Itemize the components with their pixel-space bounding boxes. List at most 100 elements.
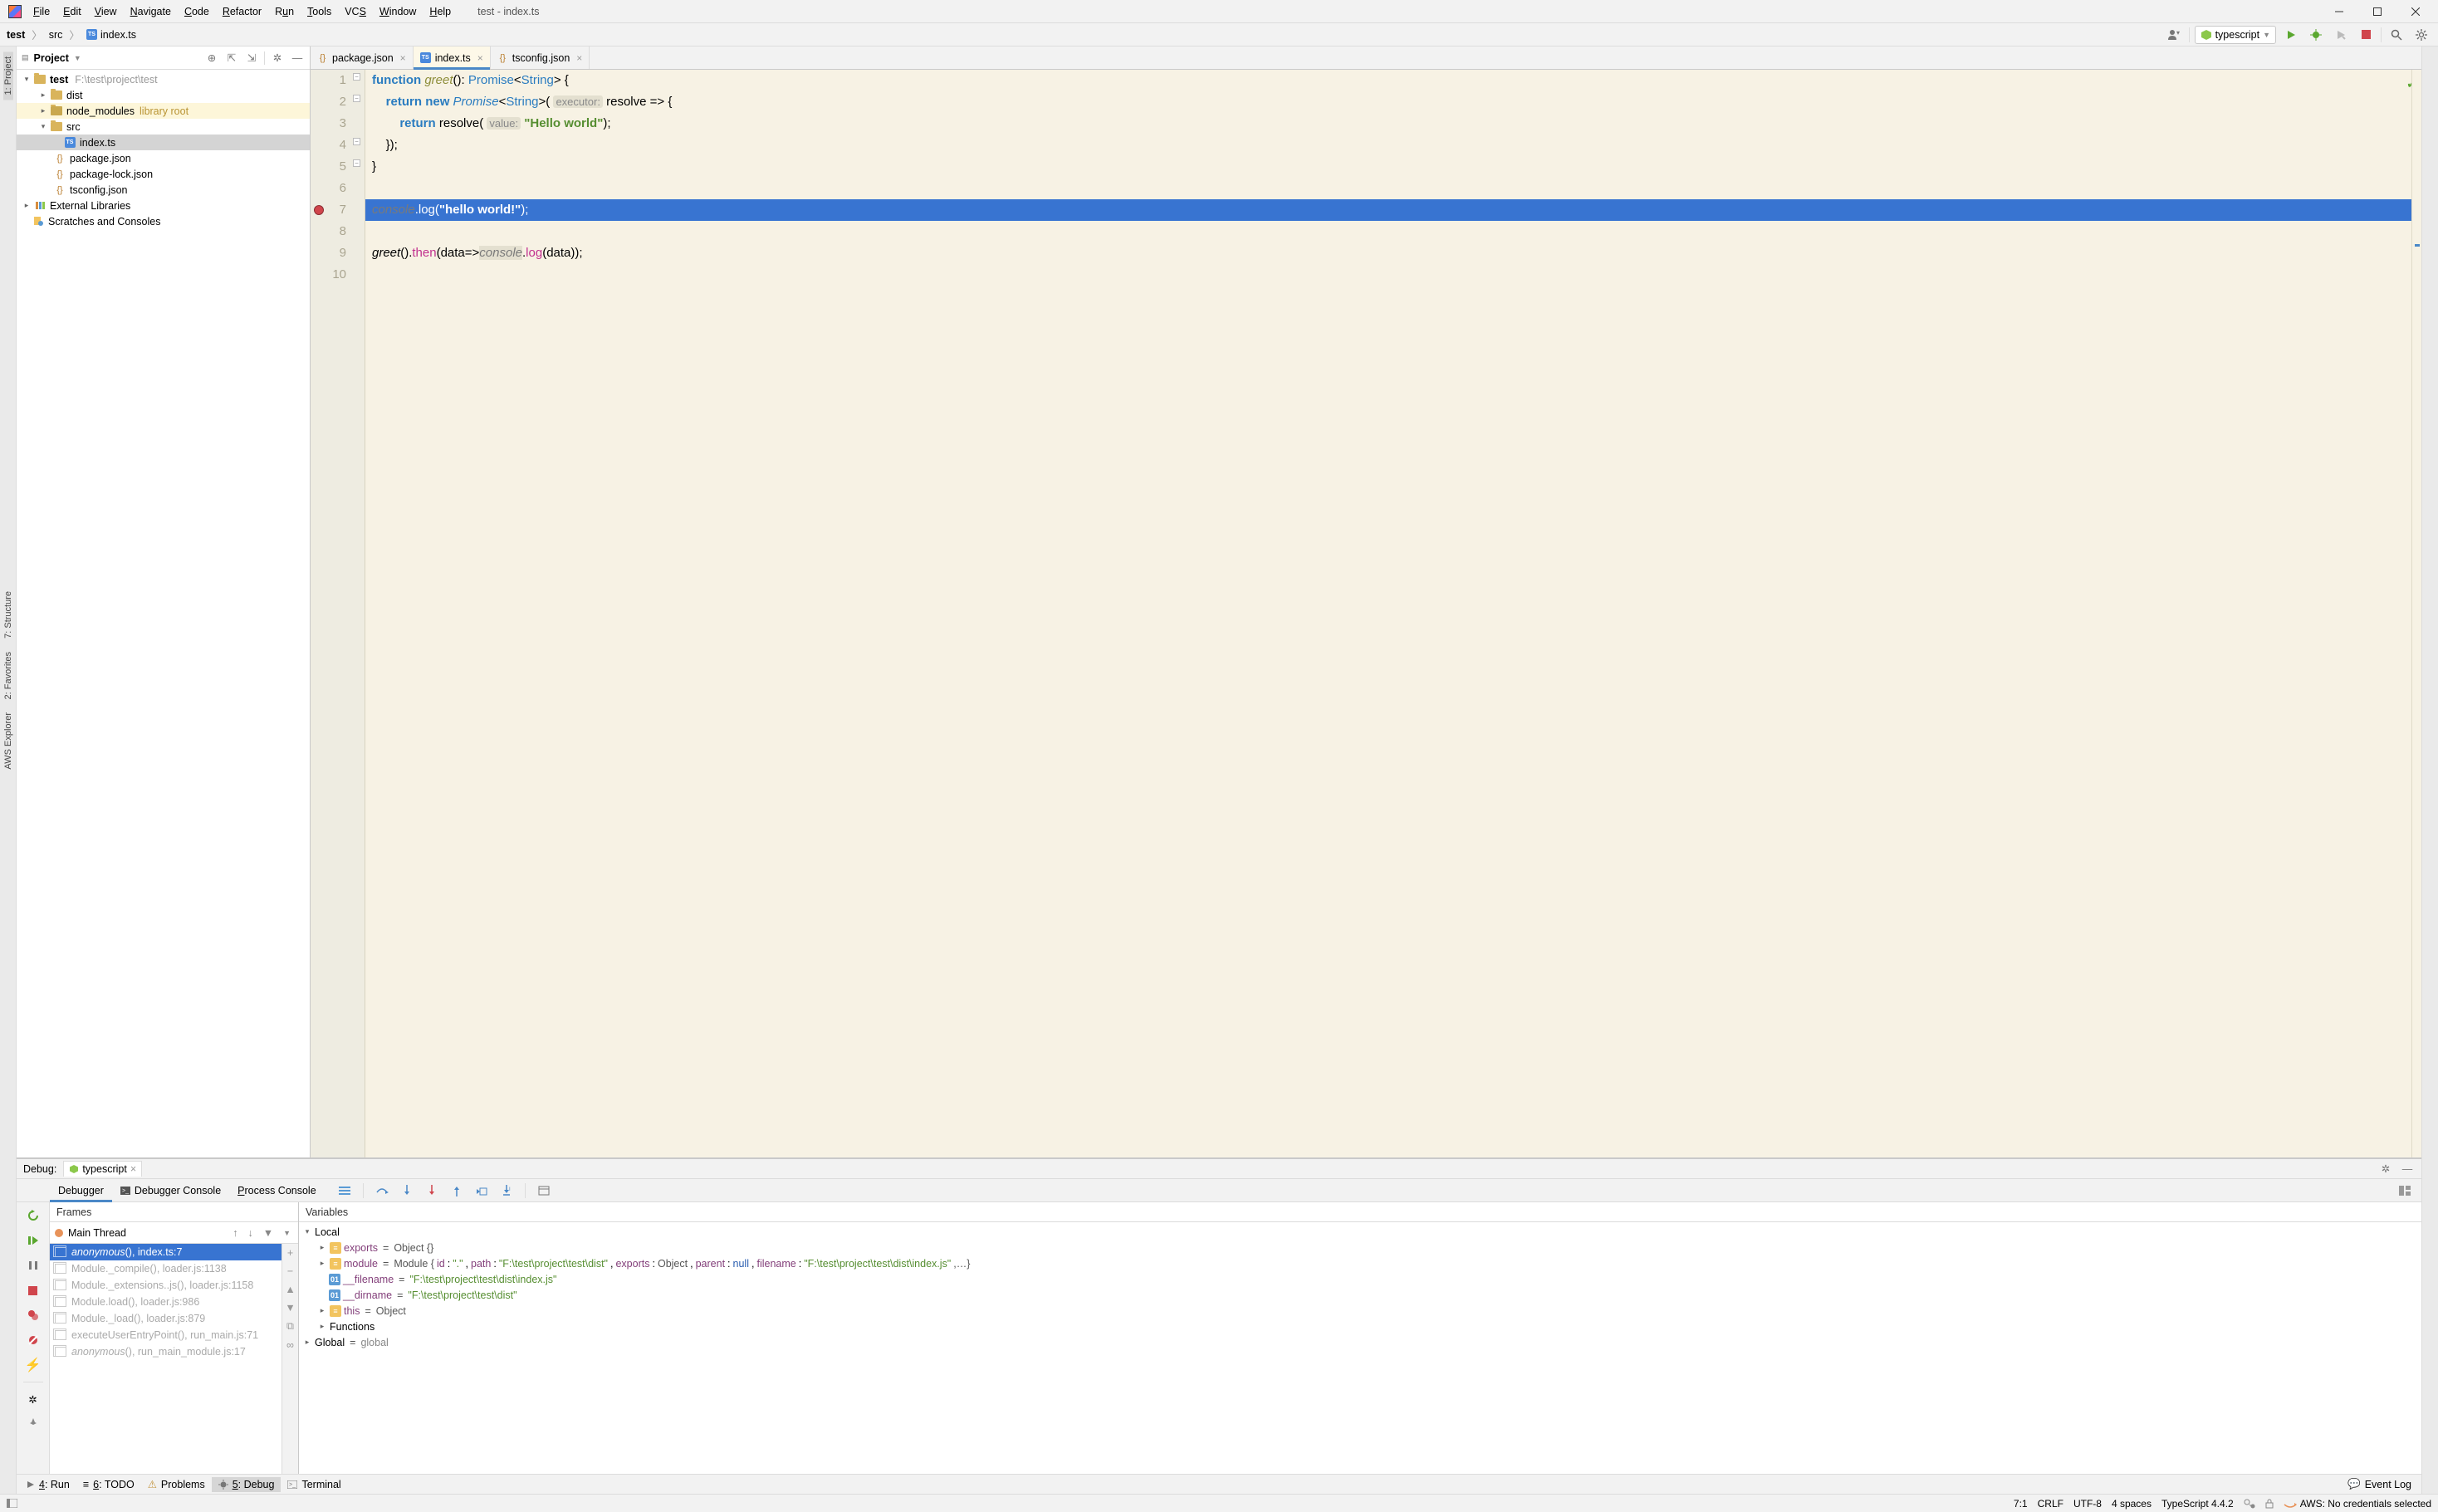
frame-row[interactable]: Module._load(), loader.js:879 (50, 1310, 281, 1327)
fold-icon[interactable]: − (353, 95, 360, 102)
menu-code[interactable]: Code (178, 3, 216, 20)
step-over-icon[interactable] (372, 1182, 392, 1200)
debugger-tab[interactable]: Debugger (50, 1179, 112, 1202)
dropdown-icon[interactable]: ▼ (281, 1229, 293, 1237)
indent-status[interactable]: 4 spaces (2112, 1498, 2152, 1510)
evaluate-expression-icon[interactable] (534, 1182, 554, 1200)
frame-row[interactable]: anonymous(), run_main_module.js:17 (50, 1343, 281, 1360)
variables-tree[interactable]: ▾Local ▸≡exports=Object {} ▸≡module=Modu… (299, 1222, 2421, 1474)
rerun-button[interactable] (25, 1207, 42, 1224)
menu-file[interactable]: FFileile (27, 3, 56, 20)
tree-root[interactable]: ▾ test F:\test\project\test (17, 71, 310, 87)
pin-tab-button[interactable] (25, 1416, 42, 1432)
pause-button[interactable] (25, 1257, 42, 1274)
locate-icon[interactable]: ⊕ (204, 51, 219, 66)
tree-file-package-json[interactable]: {} package.json (17, 150, 310, 166)
close-icon[interactable]: × (477, 52, 483, 64)
tree-external-libraries[interactable]: ▸ External Libraries (17, 198, 310, 213)
search-everywhere-button[interactable] (2387, 26, 2406, 44)
breadcrumb-file[interactable]: index.ts (100, 29, 136, 41)
prev-frame-icon[interactable]: ↑ (230, 1227, 240, 1239)
minimize-button[interactable] (2320, 0, 2358, 23)
tool-todo-tab[interactable]: ≡6: TODO6: TODO (76, 1477, 141, 1492)
frame-row[interactable]: Module._compile(), loader.js:1138 (50, 1260, 281, 1277)
threads-icon[interactable] (335, 1182, 355, 1200)
gear-icon[interactable]: ✲ (2378, 1162, 2393, 1177)
run-config-selector[interactable]: typescript ▼ (2195, 26, 2276, 44)
menu-view[interactable]: View (88, 3, 124, 20)
close-window-button[interactable] (2396, 0, 2435, 23)
error-stripe[interactable] (2411, 70, 2421, 1157)
glasses-icon[interactable]: ∞ (286, 1339, 294, 1351)
gear-icon[interactable]: ✲ (270, 51, 285, 66)
breakpoint-icon[interactable] (314, 205, 324, 215)
copy-icon[interactable]: ⧉ (286, 1320, 294, 1333)
get-thread-dump-button[interactable]: ⚡ (25, 1357, 42, 1373)
frame-row[interactable]: Module._extensions..js(), loader.js:1158 (50, 1277, 281, 1294)
read-only-toggle[interactable] (2265, 1499, 2274, 1509)
menu-run[interactable]: Run (268, 3, 301, 20)
tab-index-ts[interactable]: TS index.ts × (414, 46, 491, 69)
tool-structure-tab[interactable]: 7: Structure (3, 586, 13, 643)
tree-folder-dist[interactable]: ▸ dist (17, 87, 310, 103)
process-console-tab[interactable]: Process ConsoleProcess Console (229, 1179, 325, 1202)
tree-file-package-lock[interactable]: {} package-lock.json (17, 166, 310, 182)
thread-selector[interactable]: Main Thread ↑ ↓ ▼ ▼ (50, 1222, 298, 1244)
project-header-title[interactable]: Project (34, 52, 69, 64)
tool-terminal-tab[interactable]: >_Terminal (281, 1477, 347, 1492)
close-icon[interactable]: × (130, 1163, 136, 1175)
breadcrumb-root[interactable]: test (7, 29, 25, 41)
hide-panel-icon[interactable]: — (2400, 1162, 2415, 1177)
maximize-button[interactable] (2358, 0, 2396, 23)
tree-folder-src[interactable]: ▾ src (17, 119, 310, 135)
fold-icon[interactable]: − (353, 138, 360, 145)
collapse-all-icon[interactable]: ⇲ (244, 51, 259, 66)
debugger-console-tab[interactable]: >_ Debugger Console (112, 1179, 229, 1202)
frame-row[interactable]: anonymous(), index.ts:7 (50, 1244, 281, 1260)
caret-position[interactable]: 7:1 (2014, 1498, 2028, 1510)
debug-settings-button[interactable]: ✲ (25, 1391, 42, 1407)
breadcrumb[interactable]: test 〉 src 〉 TS index.ts (7, 27, 136, 42)
frames-list[interactable]: anonymous(), index.ts:7 Module._compile(… (50, 1244, 281, 1474)
menu-navigate[interactable]: Navigate (124, 3, 178, 20)
tool-windows-toggle[interactable] (7, 1499, 17, 1508)
view-breakpoints-button[interactable] (25, 1307, 42, 1324)
line-separator[interactable]: CRLF (2038, 1498, 2063, 1510)
ide-settings-button[interactable] (2411, 26, 2431, 44)
menu-vcs[interactable]: VCS (338, 3, 373, 20)
tool-favorites-tab[interactable]: 2: Favorites (3, 647, 13, 704)
drop-frame-icon[interactable] (472, 1182, 492, 1200)
tree-folder-node-modules[interactable]: ▸ node_modules library root (17, 103, 310, 119)
inspections-indicator[interactable] (2244, 1499, 2255, 1509)
filter-icon[interactable]: ▼ (261, 1227, 276, 1239)
force-step-into-icon[interactable] (422, 1182, 442, 1200)
frame-row[interactable]: executeUserEntryPoint(), run_main.js:71 (50, 1327, 281, 1343)
mute-breakpoints-button[interactable] (25, 1332, 42, 1348)
tool-project-tab[interactable]: 1: Project (3, 51, 13, 100)
tree-scratches[interactable]: Scratches and Consoles (17, 213, 310, 229)
hide-panel-icon[interactable]: — (290, 51, 305, 66)
file-encoding[interactable]: UTF-8 (2073, 1498, 2102, 1510)
step-into-icon[interactable] (397, 1182, 417, 1200)
frame-row[interactable]: Module.load(), loader.js:986 (50, 1294, 281, 1310)
tab-package-json[interactable]: {} package.json × (311, 46, 414, 69)
next-frame-icon[interactable]: ↓ (245, 1227, 255, 1239)
menu-refactor[interactable]: Refactor (216, 3, 268, 20)
stop-debug-button[interactable] (25, 1282, 42, 1299)
close-icon[interactable]: × (576, 52, 582, 64)
code-editor[interactable]: ✔ 1 2 3 4 5 6 7 8 9 10 (311, 70, 2421, 1157)
remove-icon[interactable]: − (287, 1265, 293, 1277)
event-log-tab[interactable]: 💬Event Log (2341, 1476, 2418, 1492)
debug-session-tab[interactable]: typescript × (63, 1161, 142, 1177)
layout-settings-icon[interactable] (2395, 1182, 2415, 1200)
tool-problems-tab[interactable]: ⚠Problems (141, 1476, 212, 1492)
tab-tsconfig[interactable]: {} tsconfig.json × (491, 46, 590, 69)
step-out-icon[interactable] (447, 1182, 467, 1200)
run-to-cursor-icon[interactable]: I (497, 1182, 516, 1200)
coverage-button[interactable] (2331, 26, 2351, 44)
menu-help[interactable]: Help (423, 3, 458, 20)
breadcrumb-folder[interactable]: src (49, 29, 63, 41)
gutter[interactable]: 1 2 3 4 5 6 7 8 9 10 − (311, 70, 365, 1157)
tree-file-tsconfig[interactable]: {} tsconfig.json (17, 182, 310, 198)
tool-debug-tab[interactable]: 5: Debug5: Debug (212, 1477, 281, 1492)
